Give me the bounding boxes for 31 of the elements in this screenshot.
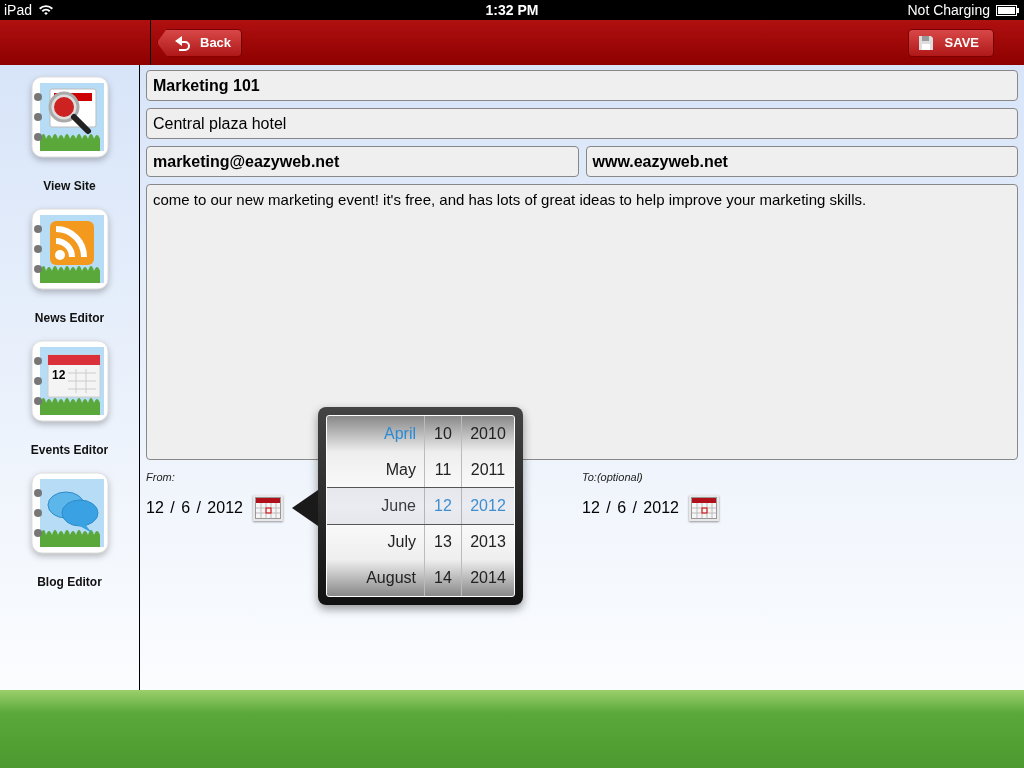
battery-status: Not Charging <box>907 2 990 18</box>
sidebar-item[interactable]: News Editor <box>4 207 135 325</box>
end-date-value[interactable]: 12 / 6 / 2012 <box>582 499 679 517</box>
month-option[interactable]: July <box>387 524 416 560</box>
undo-arrow-icon <box>174 34 192 51</box>
month-option[interactable]: August <box>366 560 416 596</box>
sidebar-item[interactable]: 12 Events Editor <box>4 339 135 457</box>
start-date-value[interactable]: 12 / 6 / 2012 <box>146 499 243 517</box>
year-option[interactable]: 2014 <box>470 560 506 596</box>
save-button[interactable]: SAVE <box>907 28 994 57</box>
day-option[interactable]: 13 <box>434 524 452 560</box>
wifi-icon <box>38 4 55 16</box>
location-field[interactable]: Central plaza hotel <box>146 108 1018 139</box>
day-option[interactable]: 10 <box>434 416 452 452</box>
email-field[interactable]: marketing@eazyweb.net <box>146 146 579 177</box>
sidebar-item[interactable]: View Site <box>4 75 135 193</box>
calendar-button[interactable] <box>688 495 719 521</box>
sidebar-item[interactable]: Blog Editor <box>4 471 135 589</box>
month-option[interactable]: June <box>381 488 416 524</box>
carrier-label: iPad <box>4 2 33 18</box>
battery-icon <box>996 4 1020 16</box>
day-option[interactable]: 14 <box>434 560 452 596</box>
back-button[interactable]: Back <box>157 28 243 57</box>
year-option[interactable]: 2013 <box>470 524 506 560</box>
end-date-label: To:(optional) <box>582 471 644 483</box>
start-date-label: From: <box>146 471 176 483</box>
title-field[interactable]: Marketing 101 <box>146 70 1018 101</box>
calendar-button[interactable] <box>252 495 283 521</box>
clock-time: 1:32 PM <box>485 2 539 18</box>
year-option[interactable]: 2010 <box>470 416 506 452</box>
website-field[interactable]: www.eazyweb.net <box>585 146 1018 177</box>
